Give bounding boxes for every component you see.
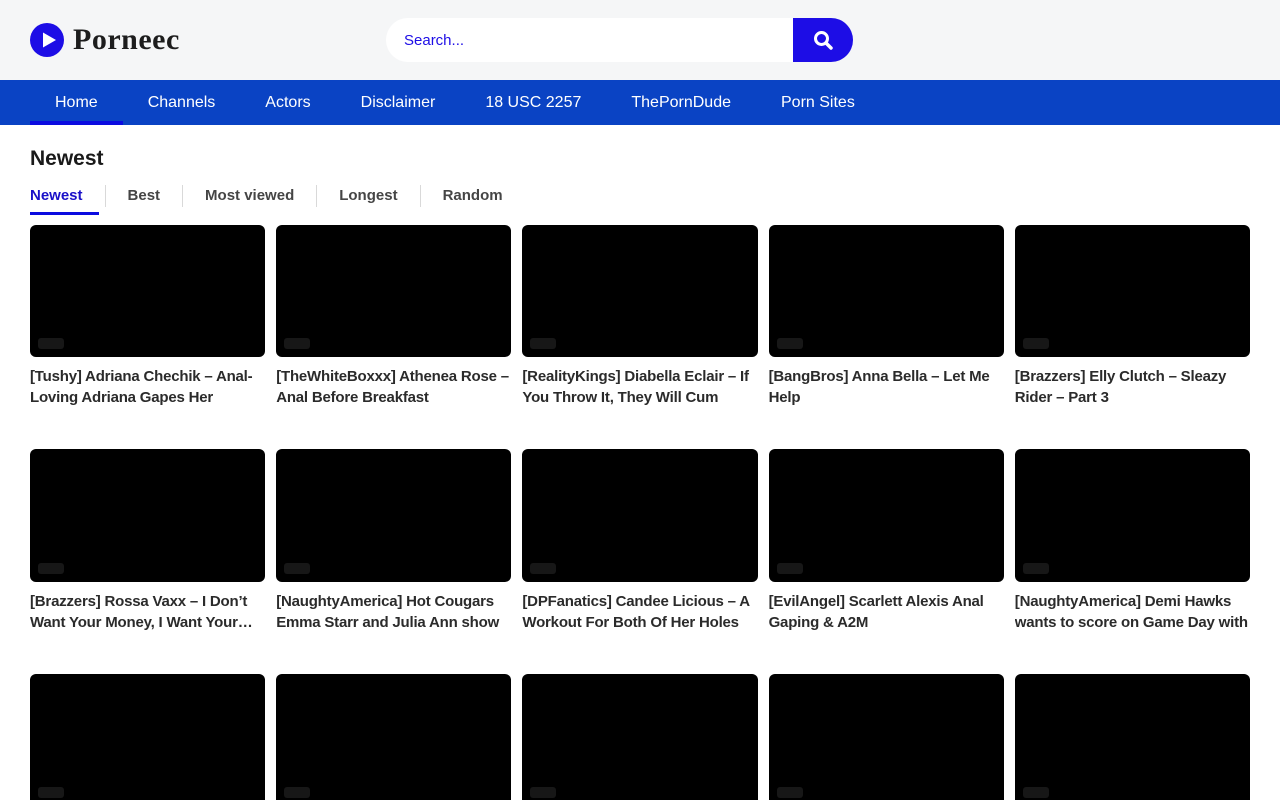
- nav-item-theporndude[interactable]: ThePornDude: [606, 80, 756, 125]
- video-card[interactable]: [RealityKings] Diabella Eclair – If You …: [522, 225, 757, 408]
- tab-longest[interactable]: Longest: [317, 181, 419, 215]
- video-card[interactable]: [Tushy] Adriana Chechik – Anal-Loving Ad…: [30, 225, 265, 408]
- duration-badge: [284, 563, 310, 574]
- video-card[interactable]: [Brazzers] Elly Clutch – Sleazy Rider – …: [1015, 225, 1250, 408]
- video-card[interactable]: [Brazzers] Rossa Vaxx – I Don’t Want You…: [30, 449, 265, 632]
- duration-badge: [38, 787, 64, 798]
- main-content: Newest Newest Best Most viewed Longest R…: [0, 147, 1280, 800]
- video-thumbnail[interactable]: [30, 674, 265, 800]
- duration-badge: [1023, 787, 1049, 798]
- tab-newest[interactable]: Newest: [30, 181, 105, 215]
- video-card[interactable]: [276, 674, 511, 800]
- video-title[interactable]: [Tushy] Adriana Chechik – Anal-Loving Ad…: [30, 366, 265, 408]
- duration-badge: [38, 563, 64, 574]
- video-thumbnail[interactable]: [276, 674, 511, 800]
- site-logo[interactable]: Porneec: [30, 23, 180, 57]
- video-thumbnail[interactable]: [769, 674, 1004, 800]
- tab-most-viewed[interactable]: Most viewed: [183, 181, 316, 215]
- nav-item-actors[interactable]: Actors: [240, 80, 335, 125]
- video-thumbnail[interactable]: [30, 449, 265, 581]
- video-thumbnail[interactable]: [769, 225, 1004, 357]
- video-title[interactable]: [BangBros] Anna Bella – Let Me Help: [769, 366, 1004, 408]
- page-title: Newest: [30, 147, 1250, 171]
- play-icon: [30, 23, 64, 57]
- video-thumbnail[interactable]: [276, 449, 511, 581]
- video-card[interactable]: [1015, 674, 1250, 800]
- duration-badge: [284, 787, 310, 798]
- video-card[interactable]: [769, 674, 1004, 800]
- search-button[interactable]: [793, 18, 853, 62]
- video-thumbnail[interactable]: [522, 449, 757, 581]
- sort-tabs: Newest Best Most viewed Longest Random: [30, 181, 1250, 215]
- video-thumbnail[interactable]: [1015, 225, 1250, 357]
- duration-badge: [530, 563, 556, 574]
- logo-text: Porneec: [73, 23, 180, 57]
- video-card[interactable]: [TheWhiteBoxxx] Athenea Rose – Anal Befo…: [276, 225, 511, 408]
- video-card[interactable]: [522, 674, 757, 800]
- duration-badge: [777, 787, 803, 798]
- video-title[interactable]: [NaughtyAmerica] Demi Hawks wants to sco…: [1015, 591, 1250, 633]
- video-title[interactable]: [TheWhiteBoxxx] Athenea Rose – Anal Befo…: [276, 366, 511, 408]
- video-title[interactable]: [RealityKings] Diabella Eclair – If You …: [522, 366, 757, 408]
- duration-badge: [1023, 338, 1049, 349]
- video-thumbnail[interactable]: [522, 225, 757, 357]
- video-title[interactable]: [NaughtyAmerica] Hot Cougars Emma Starr …: [276, 591, 511, 633]
- video-thumbnail[interactable]: [522, 674, 757, 800]
- video-title[interactable]: [DPFanatics] Candee Licious – A Workout …: [522, 591, 757, 633]
- nav-item-18-usc-2257[interactable]: 18 USC 2257: [460, 80, 606, 125]
- video-thumbnail[interactable]: [276, 225, 511, 357]
- video-title[interactable]: [Brazzers] Rossa Vaxx – I Don’t Want You…: [30, 591, 265, 633]
- duration-badge: [1023, 563, 1049, 574]
- nav-item-home[interactable]: Home: [30, 80, 123, 125]
- duration-badge: [777, 563, 803, 574]
- video-thumbnail[interactable]: [1015, 449, 1250, 581]
- video-title[interactable]: [EvilAngel] Scarlett Alexis Anal Gaping …: [769, 591, 1004, 633]
- video-card[interactable]: [NaughtyAmerica] Demi Hawks wants to sco…: [1015, 449, 1250, 632]
- video-thumbnail[interactable]: [30, 225, 265, 357]
- duration-badge: [284, 338, 310, 349]
- video-card[interactable]: [DPFanatics] Candee Licious – A Workout …: [522, 449, 757, 632]
- tab-best[interactable]: Best: [106, 181, 183, 215]
- video-thumbnail[interactable]: [1015, 674, 1250, 800]
- nav-item-porn-sites[interactable]: Porn Sites: [756, 80, 880, 125]
- video-thumbnail[interactable]: [769, 449, 1004, 581]
- duration-badge: [530, 338, 556, 349]
- video-title[interactable]: [Brazzers] Elly Clutch – Sleazy Rider – …: [1015, 366, 1250, 408]
- duration-badge: [530, 787, 556, 798]
- video-card[interactable]: [30, 674, 265, 800]
- site-header: Porneec: [0, 0, 1280, 80]
- video-card[interactable]: [NaughtyAmerica] Hot Cougars Emma Starr …: [276, 449, 511, 632]
- video-card[interactable]: [BangBros] Anna Bella – Let Me Help: [769, 225, 1004, 408]
- duration-badge: [777, 338, 803, 349]
- search-input[interactable]: [386, 18, 793, 62]
- video-grid: [Tushy] Adriana Chechik – Anal-Loving Ad…: [30, 225, 1250, 800]
- tab-random[interactable]: Random: [421, 181, 525, 215]
- nav-item-channels[interactable]: Channels: [123, 80, 241, 125]
- search-icon: [812, 29, 834, 51]
- main-nav: Home Channels Actors Disclaimer 18 USC 2…: [0, 80, 1280, 125]
- nav-item-disclaimer[interactable]: Disclaimer: [336, 80, 461, 125]
- video-card[interactable]: [EvilAngel] Scarlett Alexis Anal Gaping …: [769, 449, 1004, 632]
- search-form: [386, 18, 853, 62]
- duration-badge: [38, 338, 64, 349]
